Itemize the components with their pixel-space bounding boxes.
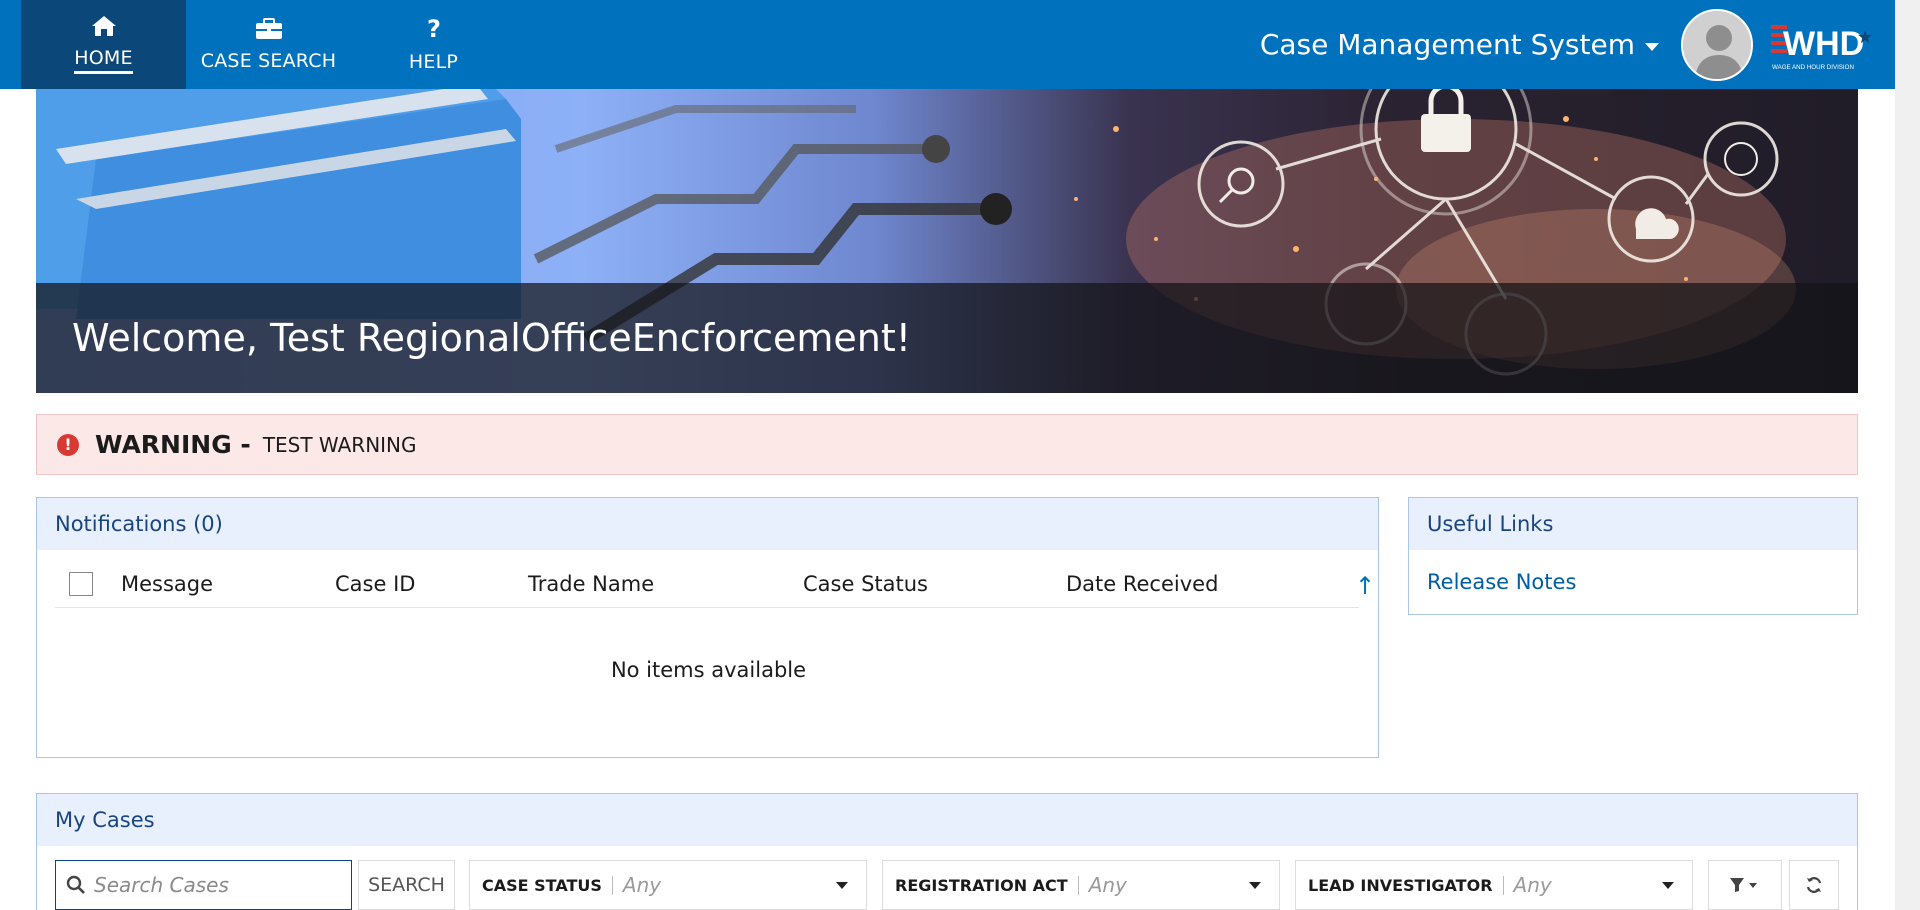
- case-status-filter[interactable]: CASE STATUS Any: [469, 860, 867, 910]
- caret-down-icon: [1662, 881, 1674, 889]
- case-status-filter-label: CASE STATUS: [482, 875, 613, 895]
- registration-act-filter[interactable]: REGISTRATION ACT Any: [882, 860, 1280, 910]
- empty-state-text: No items available: [610, 658, 807, 682]
- select-all-checkbox[interactable]: [69, 572, 93, 596]
- nav-help-label: HELP: [408, 50, 459, 73]
- my-cases-title: My Cases: [55, 808, 155, 832]
- svg-text:WAGE AND HOUR DIVISION: WAGE AND HOUR DIVISION: [1772, 64, 1854, 71]
- top-nav-bar: HOME CASE SEARCH ? HELP Case Management …: [0, 0, 1895, 89]
- filter-menu-button[interactable]: [1708, 860, 1782, 910]
- column-trade-name[interactable]: Trade Name: [528, 572, 654, 596]
- my-cases-panel: My Cases SEARCH CASE STATUS Any REGISTRA…: [36, 793, 1858, 910]
- registration-act-filter-label: REGISTRATION ACT: [895, 875, 1079, 895]
- page-scroll-gutter: [1895, 0, 1920, 910]
- briefcase-icon: [255, 17, 282, 39]
- svg-text:?: ?: [427, 17, 441, 41]
- search-cases-field[interactable]: [55, 860, 352, 910]
- lead-investigator-filter-value: Any: [1513, 873, 1552, 897]
- column-message[interactable]: Message: [121, 572, 213, 596]
- app-title: Case Management System: [1259, 28, 1635, 61]
- hero-banner: Welcome, Test RegionalOfficeEncforcement…: [36, 89, 1858, 393]
- column-case-status[interactable]: Case Status: [803, 572, 928, 596]
- user-silhouette-icon: [1683, 10, 1751, 79]
- column-date-received[interactable]: Date Received: [1066, 572, 1218, 596]
- useful-links-title: Useful Links: [1427, 512, 1554, 536]
- search-cases-input[interactable]: [94, 873, 334, 897]
- svg-text:WHD: WHD: [1783, 25, 1864, 63]
- useful-links-header: Useful Links: [1409, 498, 1857, 550]
- app-switcher-dropdown[interactable]: Case Management System: [1260, 0, 1659, 89]
- sort-ascending-icon[interactable]: ↑: [1355, 572, 1375, 600]
- warning-title: WARNING -: [95, 430, 251, 459]
- release-notes-link[interactable]: Release Notes: [1427, 570, 1857, 594]
- welcome-overlay: Welcome, Test RegionalOfficeEncforcement…: [36, 283, 1858, 393]
- nav-home[interactable]: HOME: [21, 0, 186, 89]
- my-cases-header: My Cases: [37, 794, 1857, 846]
- nav-case-search-label: CASE SEARCH: [200, 49, 337, 72]
- filter-icon: [1730, 878, 1757, 892]
- caret-down-icon: [836, 881, 848, 889]
- question-icon: ?: [427, 17, 441, 41]
- column-case-id[interactable]: Case ID: [335, 572, 415, 596]
- registration-act-filter-value: Any: [1088, 873, 1127, 897]
- refresh-button[interactable]: [1789, 860, 1839, 910]
- lead-investigator-filter[interactable]: LEAD INVESTIGATOR Any: [1295, 860, 1693, 910]
- welcome-message: Welcome, Test RegionalOfficeEncforcement…: [72, 316, 912, 360]
- notifications-table-header: Message Case ID Trade Name Case Status D…: [55, 560, 1375, 608]
- search-icon: [66, 875, 85, 894]
- svg-text:★: ★: [1857, 27, 1873, 48]
- search-button[interactable]: SEARCH: [358, 860, 455, 910]
- whd-logo: WHD ★ WAGE AND HOUR DIVISION: [1771, 24, 1873, 71]
- caret-down-icon: [1645, 42, 1659, 51]
- warning-banner: ! WARNING - TEST WARNING: [36, 414, 1858, 475]
- notifications-title: Notifications (0): [55, 512, 223, 536]
- nav-case-search[interactable]: CASE SEARCH: [186, 0, 351, 89]
- nav-home-label: HOME: [74, 47, 133, 74]
- home-icon: [91, 16, 116, 36]
- warning-text: TEST WARNING: [262, 432, 417, 457]
- lead-investigator-filter-label: LEAD INVESTIGATOR: [1308, 875, 1504, 895]
- refresh-icon: [1806, 877, 1822, 893]
- notifications-panel: Notifications (0) Message Case ID Trade …: [36, 497, 1379, 758]
- alert-circle-icon: !: [57, 433, 79, 456]
- useful-links-panel: Useful Links Release Notes: [1408, 497, 1858, 615]
- user-avatar[interactable]: [1681, 8, 1753, 81]
- nav-help[interactable]: ? HELP: [351, 0, 516, 89]
- my-cases-toolbar: SEARCH CASE STATUS Any REGISTRATION ACT …: [55, 860, 1845, 910]
- case-status-filter-value: Any: [622, 873, 662, 897]
- notifications-header: Notifications (0): [37, 498, 1378, 550]
- caret-down-icon: [1249, 881, 1261, 889]
